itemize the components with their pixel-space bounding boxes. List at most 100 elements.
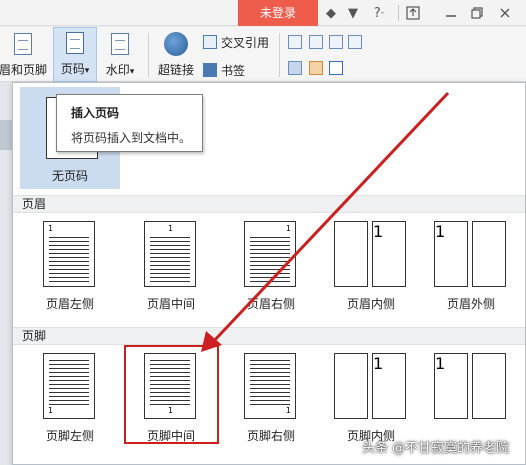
help-dropdown-glyph: - xyxy=(380,8,385,18)
hyperlink-button[interactable]: 超链接 xyxy=(154,27,198,82)
ribbon-divider xyxy=(279,33,280,77)
tooltip: 插入页码 将页码插入到文档中。 xyxy=(56,94,203,152)
text-lines xyxy=(49,237,89,285)
help-icon[interactable]: ? - xyxy=(368,4,390,22)
page-number-dropdown: 无页码 插入页码 将页码插入到文档中。 页眉 1 页眉左侧 1 页眉中间 1 页… xyxy=(12,82,526,465)
skin-icon[interactable]: ◆ xyxy=(322,4,340,22)
watermark-label: 水印 xyxy=(105,63,130,77)
tooltip-title: 插入页码 xyxy=(71,106,120,120)
list-field-icon[interactable] xyxy=(329,35,343,49)
header-inside-label: 页眉内侧 xyxy=(346,297,395,311)
page-number-mark: 1 xyxy=(168,224,174,233)
page-thumbnail: 1 xyxy=(244,221,296,287)
header-footer-label: 眉和页脚 xyxy=(0,63,47,77)
hyperlink-label: 超链接 xyxy=(157,63,194,77)
header-left-option[interactable]: 1 页眉左侧 xyxy=(25,219,115,327)
page-number-mark: 1 xyxy=(435,354,446,373)
text-lines xyxy=(250,360,290,408)
header-center-label: 页眉中间 xyxy=(146,297,195,311)
watermark-button[interactable]: 水印▾ xyxy=(100,27,140,82)
footer-right-label: 页脚右侧 xyxy=(246,429,295,443)
document-edge-block xyxy=(0,120,12,150)
header-center-option[interactable]: 1 页眉中间 xyxy=(126,219,216,327)
footer-section-title: 页脚 xyxy=(13,327,525,345)
spread-thumbnail: 1 xyxy=(434,221,506,287)
minimize-to-top-icon[interactable] xyxy=(404,4,422,22)
text-lines xyxy=(49,360,89,408)
cross-reference-button[interactable]: 交叉引用 xyxy=(203,32,269,52)
page-number-mark: 1 xyxy=(373,222,384,241)
restore-icon[interactable] xyxy=(468,4,486,22)
title-divider xyxy=(398,5,399,21)
spread-thumbnail: 1 xyxy=(334,353,406,419)
eraser-icon[interactable] xyxy=(309,61,323,75)
header-left-label: 页眉左侧 xyxy=(45,297,94,311)
page-number-label: 页码 xyxy=(60,62,85,76)
ribbon-toolbar: 眉和页脚 页码▾ 水印▾ 超链接 交叉引用 书签 xyxy=(0,27,526,82)
header-footer-button[interactable]: 眉和页脚 xyxy=(0,27,50,82)
left-page xyxy=(334,221,368,287)
page-number-button[interactable]: 页码▾ xyxy=(53,27,97,82)
page-thumbnail: 1 xyxy=(43,353,95,419)
page-number-icon xyxy=(66,32,84,54)
page-thumbnail: 1 xyxy=(144,221,196,287)
close-icon[interactable] xyxy=(496,4,514,22)
footer-left-label: 页脚左侧 xyxy=(45,429,94,443)
right-page xyxy=(472,221,506,287)
annotation-highlight-box xyxy=(124,345,219,444)
shading-icon[interactable] xyxy=(288,61,302,75)
cross-reference-icon xyxy=(203,35,217,49)
no-page-number-label: 无页码 xyxy=(51,169,88,183)
lock-icon[interactable] xyxy=(329,61,343,75)
left-page: 1 xyxy=(434,221,468,287)
right-page: 1 xyxy=(372,221,406,287)
header-right-label: 页眉右侧 xyxy=(246,297,295,311)
page-number-mark: 1 xyxy=(285,224,291,233)
right-page: 1 xyxy=(372,353,406,419)
spread-thumbnail: 1 xyxy=(334,221,406,287)
tooltip-description: 将页码插入到文档中。 xyxy=(71,131,192,145)
title-bar: 未登录 ◆ ▼ ? - xyxy=(0,0,526,26)
bookmark-icon xyxy=(203,63,217,77)
document-edge xyxy=(0,82,12,465)
header-right-option[interactable]: 1 页眉右侧 xyxy=(226,219,316,327)
header-outside-label: 页眉外侧 xyxy=(446,297,495,311)
page-thumbnail: 1 xyxy=(244,353,296,419)
watermark-text: 头条 @不甘寂寞的养老院 xyxy=(362,441,510,456)
header-section-title: 页眉 xyxy=(13,195,525,213)
page-number-mark: 1 xyxy=(435,222,446,241)
page-number-mark: 1 xyxy=(373,354,384,373)
right-page xyxy=(472,353,506,419)
globe-icon xyxy=(164,32,188,56)
bookmark-label: 书签 xyxy=(221,63,246,78)
bookmark-button[interactable]: 书签 xyxy=(203,60,245,80)
footer-left-option[interactable]: 1 页脚左侧 xyxy=(25,351,115,459)
page-number-mark: 1 xyxy=(48,406,54,415)
page-number-label-wrap: 页码▾ xyxy=(61,60,90,77)
watermark-icon xyxy=(111,33,129,55)
form-settings-icon[interactable] xyxy=(348,35,362,49)
page-number-mark: 1 xyxy=(285,406,291,415)
help-glyph: ? xyxy=(373,5,381,21)
ribbon-divider xyxy=(148,33,149,77)
checkbox-field-icon[interactable] xyxy=(309,35,323,49)
header-outside-option[interactable]: 1 页眉外侧 xyxy=(426,219,516,327)
text-lines xyxy=(250,237,290,285)
chevron-down-icon: ▾ xyxy=(84,66,90,76)
minimize-icon[interactable] xyxy=(442,4,460,22)
footer-right-option[interactable]: 1 页脚右侧 xyxy=(226,351,316,459)
text-field-icon[interactable] xyxy=(288,35,302,49)
shirt-icon[interactable]: ▼ xyxy=(344,4,362,22)
page-thumbnail: 1 xyxy=(43,221,95,287)
header-inside-option[interactable]: 1 页眉内侧 xyxy=(326,219,416,327)
spread-thumbnail: 1 xyxy=(434,353,506,419)
app-window: 未登录 ◆ ▼ ? - 眉和页脚 页码▾ 水印▾ 超链接 交叉引用 书签 无页码… xyxy=(0,0,526,465)
text-lines xyxy=(150,237,190,285)
login-button[interactable]: 未登录 xyxy=(238,0,318,26)
left-page: 1 xyxy=(434,353,468,419)
header-footer-icon xyxy=(14,33,32,55)
page-number-mark: 1 xyxy=(48,224,54,233)
left-page xyxy=(334,353,368,419)
cross-reference-label: 交叉引用 xyxy=(221,35,270,50)
chevron-down-icon: ▾ xyxy=(129,67,135,77)
